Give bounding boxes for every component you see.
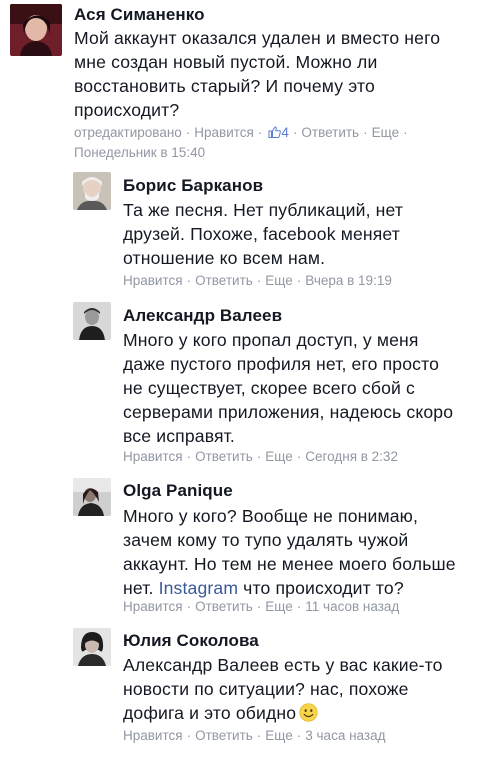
comment-line: дофига и это обидно bbox=[123, 701, 443, 725]
comment-author[interactable]: Александр Валеев bbox=[123, 306, 282, 326]
avatar[interactable] bbox=[10, 4, 62, 56]
avatar-photo-icon bbox=[73, 172, 111, 210]
comment-text-fragment: что происходит то? bbox=[238, 578, 404, 598]
comment-line: друзей. Похоже, facebook меняет bbox=[123, 224, 400, 244]
more-link[interactable]: Еще bbox=[265, 728, 292, 743]
reply-comment: Александр Валеев Много у кого пропал дос… bbox=[0, 295, 481, 470]
comment-actions: Нравится · Ответить · Еще · Сегодня в 2:32 bbox=[123, 449, 398, 464]
comment: Ася Симаненко Мой аккаунт оказался удале… bbox=[0, 0, 481, 165]
like-link[interactable]: Нравится bbox=[123, 449, 183, 464]
comment-author[interactable]: Ася Симаненко bbox=[74, 5, 205, 25]
edited-label[interactable]: отредактировано bbox=[74, 125, 182, 140]
smile-emoji-icon bbox=[299, 703, 318, 722]
like-link[interactable]: Нравится bbox=[194, 125, 254, 140]
comment-author[interactable]: Юлия Соколова bbox=[123, 631, 259, 651]
instagram-link[interactable]: Instagram bbox=[159, 578, 239, 598]
comment-line: Много у кого? Вообще не понимаю, bbox=[123, 506, 419, 526]
comment-author[interactable]: Olga Panique bbox=[123, 481, 233, 501]
like-link[interactable]: Нравится bbox=[123, 599, 183, 614]
comment-actions: Нравится · Ответить · Еще · 3 часа назад bbox=[123, 728, 386, 743]
comment-text-fragment: дофига и это обидно bbox=[123, 703, 297, 723]
comment-line: отношение ко всем нам. bbox=[123, 248, 326, 268]
comment-actions: Нравится · Ответить · Еще · Вчера в 19:19 bbox=[123, 273, 392, 288]
comment-body: Мой аккаунт оказался удален и вместо нег… bbox=[74, 26, 440, 122]
comment-line: новости по ситуации? нас, похоже bbox=[123, 679, 409, 699]
comment-timestamp[interactable]: Понедельник в 15:40 bbox=[74, 143, 205, 163]
more-link[interactable]: Еще bbox=[372, 125, 399, 140]
avatar[interactable] bbox=[73, 172, 111, 210]
comment-line: мне создан новый пустой. Можно ли bbox=[74, 52, 378, 72]
reply-link[interactable]: Ответить bbox=[301, 125, 359, 140]
reply-link[interactable]: Ответить bbox=[195, 449, 253, 464]
avatar[interactable] bbox=[73, 302, 111, 340]
comment-line: Та же песня. Нет публикаций, нет bbox=[123, 200, 404, 220]
comment-line: серверами приложения, надеюсь скоро bbox=[123, 402, 454, 422]
reply-comment: Юлия Соколова Александр Валеев есть у ва… bbox=[0, 620, 481, 760]
comment-timestamp[interactable]: Сегодня в 2:32 bbox=[305, 449, 398, 464]
comment-line: зачем кому то тупо удалять чужой bbox=[123, 530, 409, 550]
comment-line: даже пустого профиля нет, его просто bbox=[123, 354, 440, 374]
reply-link[interactable]: Ответить bbox=[195, 273, 253, 288]
comment-line: аккаунт. Но тем не менее моего больше bbox=[123, 554, 456, 574]
comment-timestamp[interactable]: 11 часов назад bbox=[305, 599, 399, 614]
comment-timestamp[interactable]: 3 часа назад bbox=[305, 728, 385, 743]
more-link[interactable]: Еще bbox=[265, 449, 292, 464]
comment-body: Та же песня. Нет публикаций, нет друзей.… bbox=[123, 198, 403, 270]
avatar-photo-icon bbox=[73, 478, 111, 516]
comment-timestamp[interactable]: Вчера в 19:19 bbox=[305, 273, 392, 288]
comment-line: Много у кого пропал доступ, у меня bbox=[123, 330, 419, 350]
comment-actions: Нравится · Ответить · Еще · 11 часов назад bbox=[123, 599, 400, 614]
comment-author[interactable]: Борис Барканов bbox=[123, 176, 263, 196]
comment-body: Много у кого? Вообще не понимаю, зачем к… bbox=[123, 504, 456, 600]
more-link[interactable]: Еще bbox=[265, 599, 292, 614]
reply-comment: Борис Барканов Та же песня. Нет публикац… bbox=[0, 165, 481, 295]
more-link[interactable]: Еще bbox=[265, 273, 292, 288]
like-count[interactable]: 4 bbox=[266, 125, 289, 140]
comment-body: Много у кого пропал доступ, у меня даже … bbox=[123, 328, 453, 448]
comment-actions: отредактировано · Нравится · 4 · Ответить · Еще · bbox=[74, 125, 408, 140]
comment-thread: Ася Симаненко Мой аккаунт оказался удале… bbox=[0, 0, 481, 760]
like-count-value: 4 bbox=[281, 125, 289, 140]
like-link[interactable]: Нравится bbox=[123, 273, 183, 288]
comment-line: Александр Валеев есть у вас какие-то bbox=[123, 655, 443, 675]
avatar-photo-icon bbox=[10, 4, 62, 56]
reply-link[interactable]: Ответить bbox=[195, 728, 253, 743]
reply-link[interactable]: Ответить bbox=[195, 599, 253, 614]
avatar-photo-icon bbox=[73, 628, 111, 666]
like-link[interactable]: Нравится bbox=[123, 728, 183, 743]
thumbs-up-icon bbox=[268, 126, 282, 138]
comment-line: все исправят. bbox=[123, 426, 235, 446]
comment-line: восстановить старый? И почему это bbox=[74, 76, 375, 96]
avatar[interactable] bbox=[73, 628, 111, 666]
avatar-photo-icon bbox=[73, 302, 111, 340]
comment-line: Мой аккаунт оказался удален и вместо нег… bbox=[74, 28, 441, 48]
comment-text-fragment: нет. bbox=[123, 578, 159, 598]
comment-line: происходит? bbox=[74, 100, 180, 120]
reply-comment: Olga Panique Много у кого? Вообще не пон… bbox=[0, 470, 481, 620]
comment-line: не существует, скорее всего сбой с bbox=[123, 378, 415, 398]
comment-body: Александр Валеев есть у вас какие-то нов… bbox=[123, 653, 443, 725]
avatar[interactable] bbox=[73, 478, 111, 516]
